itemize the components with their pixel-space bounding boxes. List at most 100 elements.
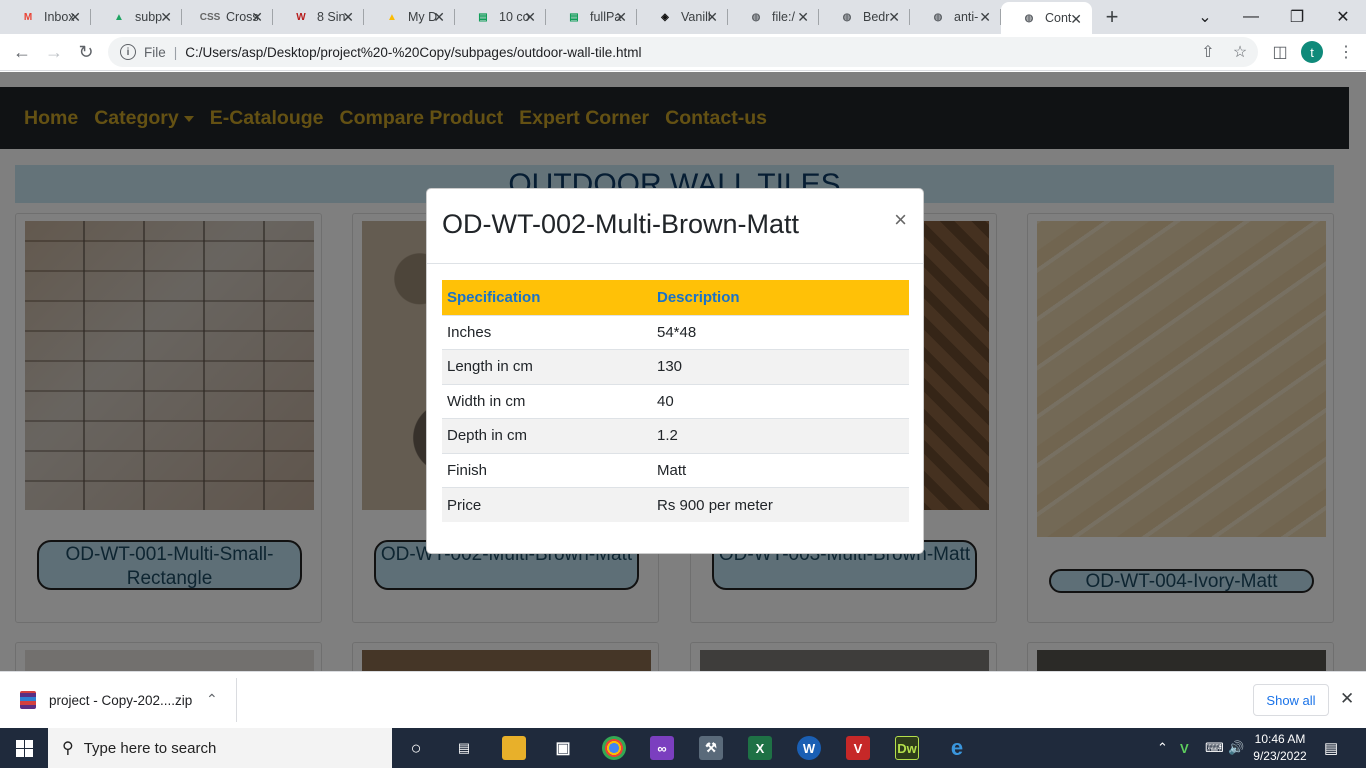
spec-value-cell: 130: [652, 349, 909, 384]
chrome-icon[interactable]: [602, 736, 626, 760]
close-tab-icon[interactable]: ✕: [615, 9, 627, 26]
browser-tab[interactable]: ▤ 10 co ✕: [455, 0, 546, 34]
browser-tab[interactable]: ◍ Cont ✕: [1001, 2, 1092, 34]
cortana-icon[interactable]: ○: [404, 736, 428, 760]
url-divider: |: [173, 44, 178, 60]
windows-start-button[interactable]: [0, 728, 48, 768]
sheet-icon: ▤: [478, 11, 488, 23]
visual-studio-icon[interactable]: ∞: [650, 736, 674, 760]
browser-tab[interactable]: ▲ My D ✕: [364, 0, 455, 34]
edge-icon[interactable]: e: [945, 735, 969, 760]
close-icon[interactable]: ×: [894, 207, 907, 233]
download-shelf: project - Copy-202....zip ⌃ Show all ✕: [0, 671, 1366, 728]
windows-taskbar: ⚲ Type here to search ○ ▤ ▣ ∞ ⚒ X W V Dw…: [0, 728, 1366, 768]
close-tab-icon[interactable]: ✕: [797, 9, 809, 26]
modal-divider: [427, 263, 923, 264]
sheet-icon: ▤: [569, 11, 579, 23]
table-row: Width in cm 40: [442, 383, 909, 419]
close-tab-icon[interactable]: ✕: [342, 9, 354, 26]
w-logo-icon: W: [296, 11, 306, 23]
gmail-icon: M: [23, 11, 33, 23]
browser-tab[interactable]: CSS Cross ✕: [182, 0, 273, 34]
taskbar-clock[interactable]: 10:46 AM 9/23/2022: [1248, 731, 1312, 765]
forward-button[interactable]: →: [40, 38, 68, 66]
vc-icon[interactable]: V: [846, 736, 870, 760]
notifications-icon[interactable]: ▤: [1324, 728, 1338, 768]
windows-logo-icon: [15, 739, 33, 757]
volume-icon[interactable]: 🔊: [1228, 728, 1244, 768]
close-window-button[interactable]: ✕: [1320, 0, 1366, 34]
dreamweaver-icon[interactable]: Dw: [895, 736, 919, 760]
site-info-icon[interactable]: i: [120, 44, 136, 60]
close-tab-icon[interactable]: ✕: [524, 9, 536, 26]
show-all-button[interactable]: Show all: [1253, 684, 1329, 716]
network-icon[interactable]: ⌨: [1205, 728, 1224, 768]
url-text[interactable]: C:/Users/asp/Desktop/project%20-%20Copy/…: [185, 45, 641, 60]
browser-tab[interactable]: W8 Sin ✕: [273, 0, 364, 34]
download-filename[interactable]: project - Copy-202....zip: [49, 693, 192, 708]
app-icon[interactable]: W: [797, 736, 821, 760]
drive-icon: ▲: [114, 11, 124, 23]
maximize-button[interactable]: ❐: [1274, 0, 1320, 34]
table-row: Length in cm 130: [442, 349, 909, 384]
download-divider: [236, 678, 237, 722]
close-tab-icon[interactable]: ✕: [160, 9, 172, 26]
globe-icon: ◍: [751, 11, 761, 23]
close-tab-icon[interactable]: ✕: [69, 9, 81, 26]
codepen-icon: ◈: [661, 11, 669, 23]
reload-button[interactable]: ↻: [72, 38, 100, 66]
browser-tab-strip: M Inbox ✕ ▲ subp ✕ CSS Cross ✕ W 8 Sin ✕ ▲ My D ✕ ▤ 10 c…: [0, 0, 1366, 34]
browser-tab[interactable]: ▤ fullPa ✕: [546, 0, 637, 34]
globe-icon: ◍: [842, 11, 852, 23]
table-row: Price Rs 900 per meter: [442, 487, 909, 522]
tab-search-icon[interactable]: ⌄: [1182, 0, 1228, 34]
close-tab-icon[interactable]: ✕: [433, 9, 445, 26]
profile-avatar[interactable]: t: [1301, 41, 1323, 63]
close-tab-icon[interactable]: ✕: [706, 9, 718, 26]
minimize-button[interactable]: —: [1228, 0, 1274, 34]
table-row: Depth in cm 1.2: [442, 418, 909, 453]
back-button[interactable]: ←: [8, 38, 36, 66]
browser-tab[interactable]: ▲ subp ✕: [91, 0, 182, 34]
table-header: Description: [652, 280, 909, 315]
product-spec-modal: OD-WT-002-Multi-Brown-Matt × Specificati…: [426, 188, 924, 554]
browser-tab[interactable]: M Inbox ✕: [0, 0, 91, 34]
drive-icon: ▲: [387, 11, 397, 23]
browser-tab[interactable]: ◈ Vanill ✕: [637, 0, 728, 34]
new-tab-button[interactable]: +: [1092, 0, 1132, 34]
bookmark-star-icon[interactable]: ☆: [1228, 40, 1252, 64]
side-panel-icon[interactable]: ◫: [1268, 40, 1292, 64]
spec-value-cell: 1.2: [652, 418, 909, 453]
shield-icon[interactable]: V: [1180, 728, 1189, 768]
spec-value-cell: Rs 900 per meter: [652, 487, 909, 522]
tools-icon[interactable]: ⚒: [699, 736, 723, 760]
spec-value-cell: Matt: [652, 452, 909, 488]
store-icon[interactable]: ▣: [551, 736, 575, 760]
address-bar[interactable]: i File | C:/Users/asp/Desktop/project%20…: [108, 37, 1258, 67]
share-icon[interactable]: ⇧: [1196, 40, 1220, 64]
browser-tab[interactable]: ◍ Bedr ✕: [819, 0, 910, 34]
spec-name-cell: Depth in cm: [442, 418, 652, 453]
close-icon[interactable]: ✕: [1340, 689, 1354, 709]
browser-tab[interactable]: ◍ anti- ✕: [910, 0, 1001, 34]
close-tab-icon[interactable]: ✕: [888, 9, 900, 26]
excel-icon[interactable]: X: [748, 736, 772, 760]
close-tab-icon[interactable]: ✕: [251, 9, 263, 26]
css3-icon: CSS: [199, 11, 221, 23]
globe-icon: ◍: [1024, 12, 1034, 24]
task-view-icon[interactable]: ▤: [452, 736, 476, 760]
table-row: Inches 54*48: [442, 314, 909, 350]
chevron-up-icon[interactable]: ⌃: [206, 691, 218, 708]
clock-time: 10:46 AM: [1254, 732, 1306, 746]
spec-table: Specification Description Inches 54*48 Len…: [442, 280, 909, 522]
web-page: HomeCategoryE-CatalougeCompare ProductEx…: [0, 72, 1366, 671]
file-explorer-icon[interactable]: [502, 736, 526, 760]
taskbar-search[interactable]: ⚲ Type here to search: [48, 728, 392, 768]
globe-icon: ◍: [933, 11, 943, 23]
menu-kebab-icon[interactable]: ⋮: [1334, 40, 1358, 64]
table-row: Finish Matt: [442, 452, 909, 488]
chevron-up-icon[interactable]: ⌃: [1157, 728, 1168, 768]
close-tab-icon[interactable]: ✕: [1070, 11, 1082, 28]
browser-tab[interactable]: ◍ file:/✕: [728, 0, 819, 34]
close-tab-icon[interactable]: ✕: [979, 9, 991, 26]
